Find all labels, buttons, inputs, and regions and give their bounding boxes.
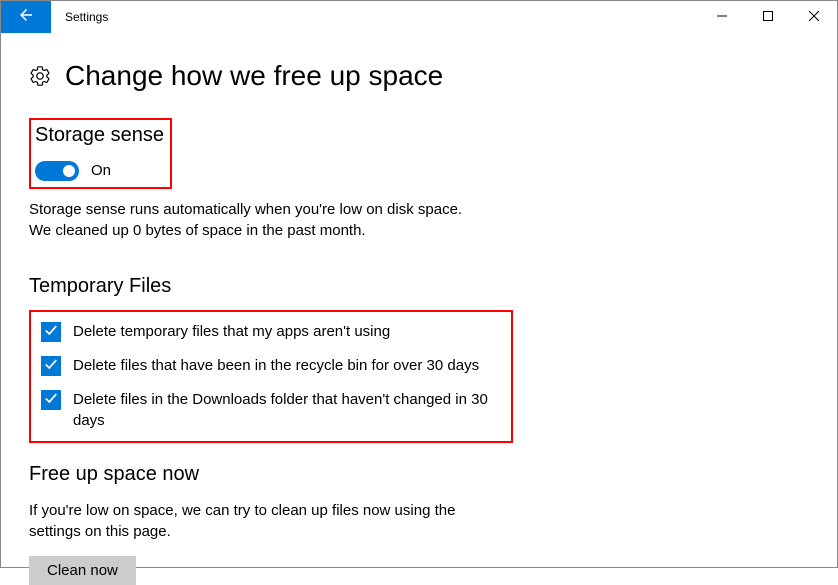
checkmark-icon: [44, 323, 58, 341]
window-controls: [699, 1, 837, 33]
page-content: Change how we free up space Storage sens…: [1, 33, 837, 585]
window-title: Settings: [51, 1, 699, 33]
page-title-row: Change how we free up space: [29, 61, 809, 92]
storage-desc-line2: We cleaned up 0 bytes of space in the pa…: [29, 220, 469, 241]
page-title: Change how we free up space: [65, 61, 443, 92]
title-bar: Settings: [1, 1, 837, 33]
free-up-space-heading: Free up space now: [29, 463, 809, 486]
storage-sense-heading: Storage sense: [35, 123, 164, 147]
gear-icon: [29, 65, 51, 87]
checkmark-icon: [44, 391, 58, 409]
checkbox-label: Delete files in the Downloads folder tha…: [73, 390, 493, 431]
storage-sense-toggle-label: On: [91, 162, 111, 179]
checkbox-downloads[interactable]: [41, 390, 61, 410]
arrow-left-icon: [17, 6, 35, 28]
temporary-files-highlight: Delete temporary files that my apps aren…: [29, 310, 513, 443]
back-button[interactable]: [1, 1, 51, 33]
checkbox-label: Delete files that have been in the recyc…: [73, 356, 479, 376]
checkmark-icon: [44, 357, 58, 375]
temporary-files-heading: Temporary Files: [29, 275, 809, 298]
temp-files-option-0: Delete temporary files that my apps aren…: [41, 322, 499, 342]
close-icon: [809, 11, 819, 24]
storage-desc-line1: Storage sense runs automatically when yo…: [29, 199, 469, 220]
clean-now-button[interactable]: Clean now: [29, 556, 136, 585]
toggle-knob: [63, 165, 75, 177]
checkbox-temp-apps[interactable]: [41, 322, 61, 342]
minimize-icon: [717, 11, 727, 24]
storage-sense-toggle-row: On: [35, 161, 164, 181]
temp-files-option-2: Delete files in the Downloads folder tha…: [41, 390, 499, 431]
temp-files-option-1: Delete files that have been in the recyc…: [41, 356, 499, 376]
close-button[interactable]: [791, 1, 837, 33]
checkbox-recycle-bin[interactable]: [41, 356, 61, 376]
maximize-icon: [763, 11, 773, 24]
free-up-space-description: If you're low on space, we can try to cl…: [29, 500, 469, 542]
maximize-button[interactable]: [745, 1, 791, 33]
storage-sense-highlight: Storage sense On: [29, 118, 172, 189]
storage-sense-description: Storage sense runs automatically when yo…: [29, 199, 469, 241]
checkbox-label: Delete temporary files that my apps aren…: [73, 322, 390, 342]
storage-sense-toggle[interactable]: [35, 161, 79, 181]
minimize-button[interactable]: [699, 1, 745, 33]
